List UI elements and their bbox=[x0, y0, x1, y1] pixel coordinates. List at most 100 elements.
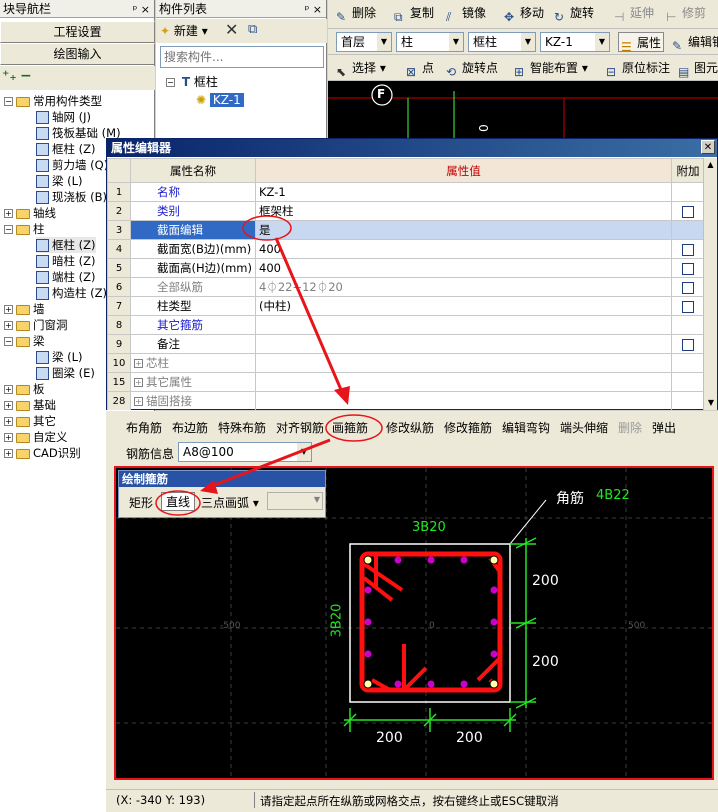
tree-folder[interactable]: − 常用构件类型 bbox=[4, 93, 102, 109]
tree-folder[interactable]: + 轴线 bbox=[4, 205, 56, 221]
property-value-cell[interactable]: (中柱) bbox=[255, 296, 672, 316]
tree-folder[interactable]: + 基础 bbox=[4, 397, 56, 413]
property-value-cell[interactable]: 4⏀22+12⏀20 bbox=[255, 277, 672, 297]
element-button[interactable]: ▤ 图元 bbox=[678, 58, 718, 79]
property-value-cell[interactable]: 400 bbox=[255, 258, 672, 278]
collapse-icon[interactable]: − bbox=[4, 337, 13, 346]
section-tool-button[interactable]: 编辑弯钩 bbox=[502, 417, 550, 439]
trim-button[interactable]: ⊢ 修剪 bbox=[666, 3, 706, 24]
property-value-cell[interactable]: KZ-1 bbox=[255, 182, 672, 202]
edit-rebar-button[interactable]: ✎ 编辑钢 bbox=[672, 32, 718, 53]
delete-button[interactable]: ✎ 删除 bbox=[336, 3, 376, 24]
extend-button[interactable]: ⊣ 延伸 bbox=[614, 3, 654, 24]
expand-icon[interactable]: + bbox=[4, 209, 13, 218]
property-row[interactable]: 15 + 其它属性 bbox=[107, 372, 705, 392]
mirror-button[interactable]: ⫽ 镜像 bbox=[446, 3, 486, 24]
new-component-button[interactable]: ✦ 新建 ▾ bbox=[160, 22, 208, 39]
tree-item[interactable]: 圈梁 (E) bbox=[36, 365, 95, 381]
collapse-icon[interactable]: − bbox=[166, 78, 175, 87]
property-row[interactable]: 28 + 锚固搭接 bbox=[107, 391, 705, 410]
tree-item[interactable]: 剪力墙 (Q) bbox=[36, 157, 108, 173]
property-value-cell[interactable] bbox=[255, 334, 672, 354]
section-tool-button[interactable]: 修改纵筋 bbox=[386, 417, 434, 439]
copy-button[interactable]: ⧉ 复制 bbox=[394, 3, 434, 24]
collapse-icon[interactable]: − bbox=[4, 225, 13, 234]
attach-checkbox[interactable] bbox=[682, 262, 694, 275]
section-tool-button[interactable]: 画箍筋 bbox=[332, 417, 368, 439]
property-row[interactable]: 9 备注 bbox=[107, 334, 705, 354]
property-row[interactable]: 10 + 芯柱 bbox=[107, 353, 705, 373]
section-tool-button[interactable]: 修改箍筋 bbox=[444, 417, 492, 439]
pin-icon[interactable]: ᵖ × bbox=[133, 1, 150, 19]
scroll-up-icon[interactable]: ▲ bbox=[704, 158, 717, 172]
select-button[interactable]: ⬉ 选择 ▾ bbox=[336, 58, 386, 79]
rotate-point-button[interactable]: ⟲ 旋转点 bbox=[446, 58, 498, 79]
floor-select[interactable]: 首层 ▼ bbox=[336, 32, 392, 52]
arc-options-select[interactable]: ▼ bbox=[267, 492, 323, 510]
section-tool-button[interactable]: 删除 bbox=[618, 417, 642, 439]
drawing-canvas[interactable]: F 0 bbox=[328, 81, 718, 138]
rect-mode-button[interactable]: 矩形 bbox=[129, 494, 153, 511]
section-canvas[interactable]: 角筋 4B22 3B20 3B20 200 200 200 200 -500 5… bbox=[114, 466, 714, 780]
section-tool-button[interactable]: 布边筋 bbox=[172, 417, 208, 439]
move-button[interactable]: ✥ 移动 bbox=[504, 3, 544, 24]
property-value-cell[interactable] bbox=[255, 391, 672, 410]
category-select[interactable]: 柱 ▼ bbox=[396, 32, 464, 52]
tree-folder[interactable]: + 墙 bbox=[4, 301, 45, 317]
tree-folder[interactable]: + 门窗洞 bbox=[4, 317, 68, 333]
section-tool-button[interactable]: 布角筋 bbox=[126, 417, 162, 439]
expand-icon[interactable]: + bbox=[4, 321, 13, 330]
tree-item[interactable]: 端柱 (Z) bbox=[36, 269, 96, 285]
attach-checkbox[interactable] bbox=[682, 243, 694, 256]
component-item[interactable]: ✺ KZ-1 bbox=[166, 91, 326, 109]
member-select[interactable]: KZ-1 ▼ bbox=[540, 32, 610, 52]
property-value-cell[interactable] bbox=[255, 315, 672, 335]
section-tool-button[interactable]: 弹出 bbox=[652, 417, 676, 439]
section-tool-button[interactable]: 对齐钢筋 bbox=[276, 417, 324, 439]
expand-icon[interactable]: + bbox=[4, 433, 13, 442]
draw-input-button[interactable]: 绘图输入 bbox=[0, 43, 155, 65]
point-button[interactable]: ⊠ 点 bbox=[406, 58, 434, 79]
tree-item[interactable]: 框柱 (Z) bbox=[36, 237, 96, 253]
property-button[interactable]: ☰ 属性 bbox=[618, 32, 665, 54]
type-select[interactable]: 框柱 ▼ bbox=[468, 32, 536, 52]
tree-folder[interactable]: + 自定义 bbox=[4, 429, 68, 445]
property-value-cell[interactable] bbox=[255, 372, 672, 392]
property-row[interactable]: 8 其它箍筋 bbox=[107, 315, 705, 335]
section-tool-button[interactable]: 端头伸缩 bbox=[560, 417, 608, 439]
property-row[interactable]: 6 全部纵筋 4⏀22+12⏀20 bbox=[107, 277, 705, 297]
expand-icon[interactable]: + bbox=[134, 397, 143, 406]
expand-icon[interactable]: + bbox=[134, 378, 143, 387]
expand-icon[interactable]: + bbox=[4, 417, 13, 426]
tree-folder[interactable]: − 柱 bbox=[4, 221, 45, 237]
tree-item[interactable]: 轴网 (J) bbox=[36, 109, 91, 125]
tree-item[interactable]: 梁 (L) bbox=[36, 349, 83, 365]
delete-component-icon[interactable]: ✕ bbox=[225, 20, 238, 39]
property-value-cell[interactable]: 400 bbox=[255, 239, 672, 259]
component-search-input[interactable] bbox=[160, 46, 324, 68]
component-group[interactable]: − T 框柱 bbox=[166, 73, 326, 91]
property-value-cell[interactable] bbox=[255, 353, 672, 373]
tree-folder[interactable]: + 其它 bbox=[4, 413, 56, 429]
tree-item[interactable]: 梁 (L) bbox=[36, 173, 83, 189]
rebar-info-select[interactable]: A8@100 ▼ bbox=[178, 442, 312, 462]
project-settings-button[interactable]: 工程设置 bbox=[0, 21, 155, 43]
close-icon[interactable]: ✕ bbox=[701, 140, 715, 154]
scroll-down-icon[interactable]: ▼ bbox=[704, 396, 718, 410]
tree-item[interactable]: 框柱 (Z) bbox=[36, 141, 96, 157]
expand-icon[interactable]: + bbox=[4, 305, 13, 314]
smart-place-button[interactable]: ⊞ 智能布置 ▾ bbox=[514, 58, 588, 79]
attach-checkbox[interactable] bbox=[682, 338, 694, 351]
expand-icon[interactable]: + bbox=[4, 385, 13, 394]
tree-folder[interactable]: + CAD识别 bbox=[4, 445, 81, 461]
tree-item[interactable]: 现浇板 (B) bbox=[36, 189, 107, 205]
expand-icon[interactable]: + bbox=[4, 449, 13, 458]
expand-icon[interactable]: + bbox=[4, 401, 13, 410]
property-row[interactable]: 5 截面高(H边)(mm) 400 bbox=[107, 258, 705, 278]
mark-button[interactable]: ⊟ 原位标注 bbox=[606, 58, 670, 79]
tree-folder[interactable]: − 梁 bbox=[4, 333, 45, 349]
property-row[interactable]: 2 类别 框架柱 bbox=[107, 201, 705, 221]
tree-folder[interactable]: + 板 bbox=[4, 381, 45, 397]
property-row[interactable]: 4 截面宽(B边)(mm) 400 bbox=[107, 239, 705, 259]
property-row[interactable]: 3 截面编辑 是 bbox=[107, 220, 705, 240]
